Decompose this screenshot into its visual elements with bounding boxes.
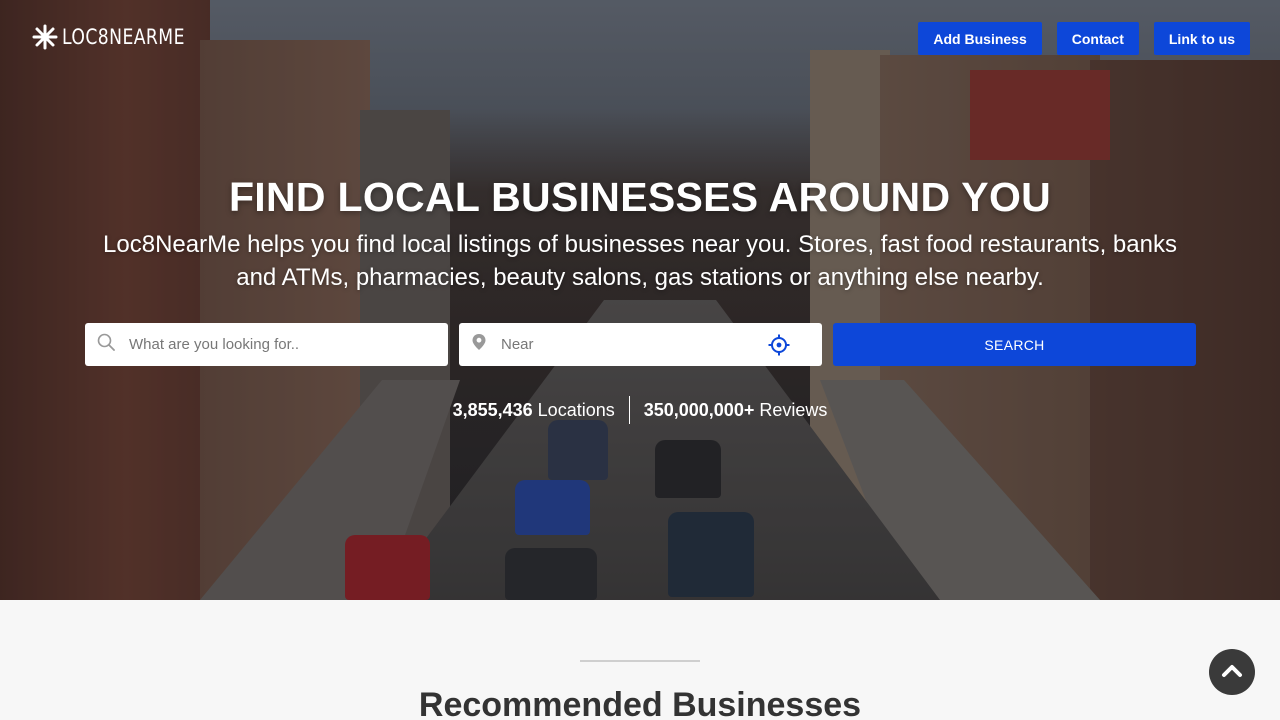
map-pin-icon <box>471 333 487 356</box>
scroll-to-top-button[interactable] <box>1209 649 1255 695</box>
hero-title: FIND LOCAL BUSINESSES AROUND YOU <box>228 174 1052 220</box>
what-field[interactable] <box>85 323 448 366</box>
add-business-button[interactable]: Add Business <box>918 22 1042 55</box>
hero-section: LOC8NEARME Add Business Contact Link to … <box>0 0 1280 600</box>
contact-button[interactable]: Contact <box>1056 22 1139 55</box>
crosshair-icon[interactable] <box>768 334 790 361</box>
stats-bar: 3,855,436 Locations 350,000,000+ Reviews <box>0 396 1280 424</box>
hero-overlay <box>0 0 1280 600</box>
locations-stat: 3,855,436 Locations <box>453 400 615 421</box>
locations-label: Locations <box>537 399 615 420</box>
logo-text: LOC8NEARME <box>62 25 185 49</box>
search-button[interactable]: SEARCH <box>833 323 1196 366</box>
recommended-section: Recommended Businesses <box>0 600 1280 720</box>
logo-star-icon <box>32 24 58 50</box>
near-field[interactable] <box>459 323 822 366</box>
section-divider <box>580 660 700 662</box>
reviews-label: Reviews <box>759 399 828 420</box>
near-input[interactable] <box>501 336 751 353</box>
search-bar: SEARCH <box>85 323 1196 366</box>
top-nav: Add Business Contact Link to us <box>918 22 1250 55</box>
section-title: Recommended Businesses <box>418 686 862 720</box>
hero-subtitle: Loc8NearMe helps you find local listings… <box>103 231 1177 291</box>
link-to-us-button[interactable]: Link to us <box>1153 22 1250 55</box>
reviews-stat: 350,000,000+ Reviews <box>644 400 828 421</box>
search-icon <box>97 333 115 356</box>
site-logo[interactable]: LOC8NEARME <box>32 24 212 50</box>
locations-count: 3,855,436 <box>452 399 533 420</box>
stats-divider <box>628 396 630 424</box>
what-input[interactable] <box>129 336 379 353</box>
chevron-up-icon <box>1221 662 1243 683</box>
reviews-count: 350,000,000+ <box>643 399 755 420</box>
